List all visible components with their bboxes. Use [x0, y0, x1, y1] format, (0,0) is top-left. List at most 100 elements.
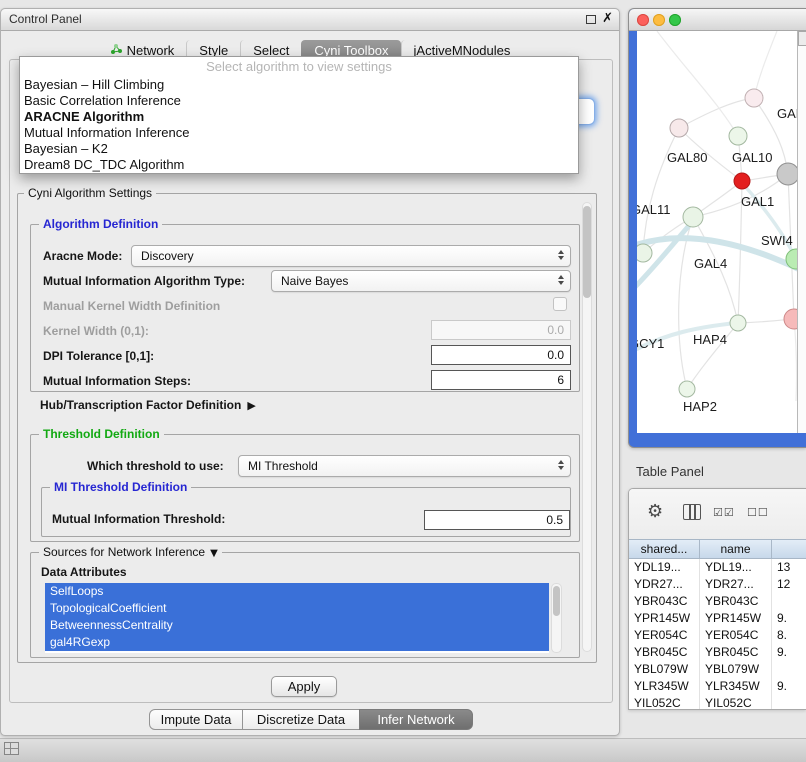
- network-scrollbar-thumb[interactable]: [798, 31, 806, 46]
- float-window-button[interactable]: [586, 15, 596, 24]
- attribute-item-selected[interactable]: SelfLoops: [45, 583, 549, 600]
- network-node[interactable]: [670, 119, 688, 137]
- table-row[interactable]: YPR145WYPR145W9.: [629, 610, 806, 627]
- dropdown-item-bayesian-k2[interactable]: Bayesian – K2: [20, 141, 578, 157]
- algorithm-definition-group: Algorithm Definition Aracne Mode: Discov…: [30, 224, 580, 392]
- table-row[interactable]: YBL079WYBL079W: [629, 661, 806, 678]
- aracne-mode-label: Aracne Mode:: [43, 249, 122, 263]
- table-panel-window: ⚙ ☑☑ ☐☐ shared... name YDL19...YDL19...1…: [628, 488, 806, 710]
- data-attributes-label: Data Attributes: [41, 565, 127, 579]
- docked-panel-icon[interactable]: [4, 742, 19, 755]
- network-canvas[interactable]: GALGAL80GAL10GAL11GAL1SWI4GAL4GCY1HAP4YH…: [637, 31, 797, 433]
- mi-threshold-label: Mutual Information Threshold:: [52, 512, 225, 526]
- data-attributes-list: SelfLoops TopologicalCoefficient Between…: [45, 583, 549, 653]
- which-threshold-label: Which threshold to use:: [87, 459, 224, 473]
- combobox-value: Naive Bayes: [281, 274, 348, 288]
- table-header-row: shared... name: [629, 539, 806, 559]
- table-cell: YDR27...: [700, 576, 772, 593]
- attributes-scrollbar-track[interactable]: [551, 583, 562, 653]
- network-node[interactable]: [784, 309, 797, 329]
- table-row[interactable]: YBR043CYBR043C: [629, 593, 806, 610]
- hub-tf-definition-expander[interactable]: Hub/Transcription Factor Definition▶: [40, 398, 256, 412]
- network-edge[interactable]: [643, 128, 679, 253]
- table-row[interactable]: YLR345WYLR345W9.: [629, 678, 806, 695]
- network-node-label: GAL10: [732, 150, 772, 165]
- kernel-width-input[interactable]: [431, 320, 571, 340]
- dropdown-item-mutual-information[interactable]: Mutual Information Inference: [20, 125, 578, 141]
- which-threshold-combobox[interactable]: MI Threshold: [238, 455, 571, 477]
- network-node[interactable]: [729, 127, 747, 145]
- network-node[interactable]: [637, 244, 652, 262]
- attribute-item-selected[interactable]: TopologicalCoefficient: [45, 600, 549, 617]
- column-header-name[interactable]: name: [700, 540, 772, 558]
- table-panel-toolbar: ⚙ ☑☑ ☐☐: [629, 489, 806, 539]
- status-bar: [0, 738, 806, 762]
- dropdown-item-dream8[interactable]: Dream8 DC_TDC Algorithm: [20, 157, 578, 173]
- cyni-bottom-tabs: Impute Data Discretize Data Infer Networ…: [149, 709, 473, 730]
- mi-algorithm-type-combobox[interactable]: Naive Bayes: [271, 270, 571, 292]
- settings-scrollbar-track[interactable]: [582, 202, 592, 652]
- column-selector-icon[interactable]: [683, 504, 701, 520]
- table-body: YDL19...YDL19...13YDR27...YDR27...12YBR0…: [629, 559, 806, 709]
- mi-threshold-input[interactable]: [424, 510, 570, 530]
- settings-scrollbar-thumb[interactable]: [583, 206, 591, 298]
- aracne-mode-combobox[interactable]: Discovery: [131, 245, 571, 267]
- tab-discretize-data[interactable]: Discretize Data: [242, 709, 360, 730]
- zoom-window-button[interactable]: [669, 14, 681, 26]
- combobox-value: Discovery: [141, 249, 194, 263]
- column-header-shared-name[interactable]: shared...: [629, 540, 700, 558]
- table-cell: 12: [772, 576, 806, 593]
- network-edge[interactable]: [679, 98, 754, 128]
- table-row[interactable]: YBR045CYBR045C9.: [629, 644, 806, 661]
- column-header-extra[interactable]: [772, 540, 806, 558]
- panel-title: Control Panel: [1, 9, 619, 30]
- network-edge[interactable]: [679, 217, 693, 389]
- network-node-label: GAL80: [667, 150, 707, 165]
- network-edge[interactable]: [657, 31, 738, 136]
- deselect-rows-icon[interactable]: ☐☐: [747, 506, 769, 519]
- network-node[interactable]: [777, 163, 797, 185]
- minimize-window-button[interactable]: [653, 14, 665, 26]
- kernel-width-label: Kernel Width (0,1):: [43, 324, 149, 338]
- mi-steps-input[interactable]: [431, 370, 571, 390]
- sources-expander[interactable]: Sources for Network Inference▼: [39, 545, 222, 559]
- manual-kernel-width-checkbox[interactable]: [553, 297, 567, 311]
- tab-impute-data[interactable]: Impute Data: [149, 709, 243, 730]
- attributes-scrollbar-thumb[interactable]: [553, 586, 560, 616]
- cyni-algorithm-settings-group: Cyni Algorithm Settings Algorithm Defini…: [17, 193, 597, 663]
- network-node[interactable]: [745, 89, 763, 107]
- sources-title: Sources for Network Inference: [43, 545, 205, 559]
- network-node[interactable]: [683, 207, 703, 227]
- network-node[interactable]: [679, 381, 695, 397]
- close-panel-button[interactable]: ✗: [602, 11, 613, 26]
- table-cell: YBL079W: [700, 661, 772, 678]
- dpi-tolerance-input[interactable]: [431, 345, 571, 365]
- network-svg: GALGAL80GAL10GAL11GAL1SWI4GAL4GCY1HAP4YH…: [637, 31, 797, 433]
- table-row[interactable]: YIL052CYIL052C: [629, 695, 806, 709]
- table-cell: YIL052C: [629, 695, 700, 709]
- close-window-button[interactable]: [637, 14, 649, 26]
- dropdown-item-bayesian-hill-climbing[interactable]: Bayesian – Hill Climbing: [20, 77, 578, 93]
- dropdown-item-aracne[interactable]: ARACNE Algorithm: [20, 109, 578, 125]
- network-node[interactable]: [730, 315, 746, 331]
- network-scrollbar-track[interactable]: [797, 31, 806, 433]
- table-panel-title: Table Panel: [636, 464, 704, 479]
- table-cell: [772, 593, 806, 610]
- select-rows-icon[interactable]: ☑☑: [713, 506, 735, 519]
- network-node[interactable]: [734, 173, 750, 189]
- table-cell: 8.: [772, 627, 806, 644]
- combobox-stepper-icon: [556, 250, 565, 260]
- table-cell: YPR145W: [629, 610, 700, 627]
- dropdown-item-basic-correlation[interactable]: Basic Correlation Inference: [20, 93, 578, 109]
- table-row[interactable]: YDL19...YDL19...13: [629, 559, 806, 576]
- control-panel-window: Control Panel ✗ Network Style Select Cyn…: [0, 8, 620, 736]
- gear-icon[interactable]: ⚙: [647, 501, 663, 522]
- attribute-item-selected[interactable]: BetweennessCentrality: [45, 617, 549, 634]
- table-row[interactable]: YDR27...YDR27...12: [629, 576, 806, 593]
- apply-button[interactable]: Apply: [271, 676, 337, 697]
- network-edge[interactable]: [754, 31, 777, 98]
- control-panel-titlebar: Control Panel ✗: [1, 9, 619, 31]
- table-row[interactable]: YER054CYER054C8.: [629, 627, 806, 644]
- attribute-item-selected[interactable]: gal4RGexp: [45, 634, 549, 651]
- tab-infer-network[interactable]: Infer Network: [359, 709, 473, 730]
